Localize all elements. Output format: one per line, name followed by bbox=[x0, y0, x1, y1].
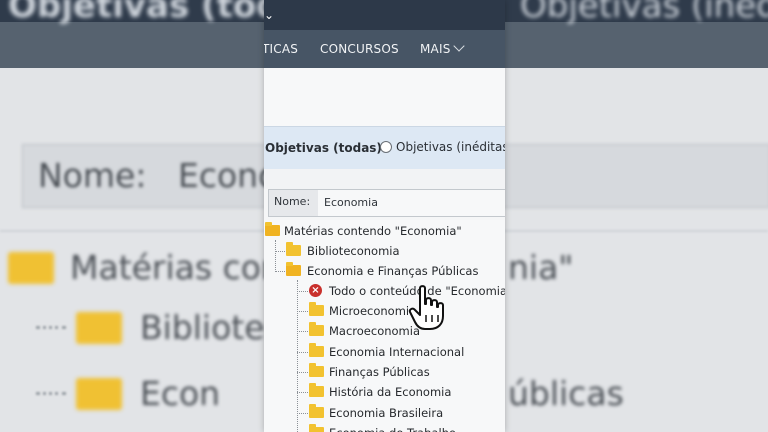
bg-folder-icon bbox=[76, 312, 122, 344]
bg-name-label: Nome: bbox=[38, 156, 147, 195]
folder-icon bbox=[309, 424, 324, 432]
folder-open-icon bbox=[265, 222, 280, 236]
nav-item-concursos[interactable]: CONCURSOS bbox=[320, 42, 399, 56]
name-search-row: Nome: bbox=[268, 189, 505, 217]
folder-icon bbox=[286, 242, 301, 256]
folder-open-icon bbox=[286, 262, 301, 276]
bg-tree-item-tail: úblicas bbox=[508, 374, 624, 413]
tree-connector bbox=[275, 251, 285, 252]
folder-icon bbox=[309, 322, 324, 336]
bg-folder-icon bbox=[8, 252, 54, 284]
tree-item-label: Economia Internacional bbox=[329, 345, 465, 359]
tree-item-label: Economia e Finanças Públicas bbox=[307, 264, 479, 278]
nav-bar: TICAS CONCURSOS MAIS bbox=[264, 30, 505, 68]
tree-root-label: Matérias contendo "Economia" bbox=[284, 224, 462, 238]
tree-connector bbox=[297, 352, 308, 353]
folder-icon bbox=[309, 383, 324, 397]
content-top bbox=[264, 68, 505, 126]
hand-pointer-icon bbox=[408, 285, 444, 330]
bg-tree-item: Bibliote bbox=[140, 308, 265, 347]
tree-connector bbox=[275, 240, 276, 272]
name-search-input[interactable] bbox=[318, 190, 505, 216]
spacer bbox=[264, 169, 505, 189]
nav-item-partial[interactable]: TICAS bbox=[264, 42, 298, 56]
bg-tree-connector bbox=[36, 392, 66, 395]
tree-item-label: História da Economia bbox=[329, 385, 452, 399]
chevron-down-icon[interactable]: ⌄ bbox=[264, 8, 280, 22]
bg-title-right: Objetivas (inéditas) bbox=[520, 0, 768, 26]
tree-connector bbox=[297, 392, 308, 393]
nav-item-mais[interactable]: MAIS bbox=[420, 40, 465, 56]
tree-connector bbox=[297, 311, 308, 312]
tree-item-label: Economia Brasileira bbox=[329, 406, 444, 420]
bg-tree-root-tail: nia" bbox=[508, 248, 574, 287]
option-objetivas-ineditas[interactable]: Objetivas (inéditas) bbox=[396, 140, 505, 154]
radio-objetivas-ineditas[interactable] bbox=[380, 141, 392, 153]
error-icon: × bbox=[309, 284, 322, 297]
tree-item-label: Biblioteconomia bbox=[307, 244, 400, 258]
bg-folder-icon bbox=[76, 378, 122, 410]
bg-tree-root: Matérias cont bbox=[70, 248, 295, 287]
bg-tree-item: Econ bbox=[140, 374, 221, 413]
folder-icon bbox=[309, 363, 324, 377]
bg-tree-connector bbox=[36, 326, 66, 329]
folder-icon bbox=[309, 404, 324, 418]
folder-icon bbox=[309, 302, 324, 316]
app-panel: ⌄ TICAS CONCURSOS MAIS Objetivas (todas)… bbox=[264, 0, 505, 432]
tree-item-label: Macroeconomia bbox=[329, 324, 421, 338]
question-type-filter: Objetivas (todas) Objetivas (inéditas) bbox=[264, 126, 505, 170]
tree-connector bbox=[297, 291, 308, 292]
chevron-down-icon bbox=[452, 40, 465, 52]
option-objetivas-todas[interactable]: Objetivas (todas) bbox=[265, 141, 382, 155]
folder-icon bbox=[309, 343, 324, 357]
top-bar: ⌄ bbox=[264, 0, 505, 30]
nav-mais-label: MAIS bbox=[420, 42, 451, 56]
tree-item-label: Microeconomia bbox=[329, 304, 417, 318]
name-label: Nome: bbox=[269, 190, 319, 214]
tree-item-label: Finanças Públicas bbox=[329, 365, 430, 379]
tree-connector bbox=[297, 280, 298, 432]
tree-connector bbox=[297, 331, 308, 332]
subject-tree: Matérias contendo "Economia" Bibliotecon… bbox=[264, 220, 505, 432]
tree-connector bbox=[297, 372, 308, 373]
tree-connector bbox=[275, 271, 285, 272]
tree-connector bbox=[297, 413, 308, 414]
tree-item-label: Economia do Trabalho bbox=[329, 424, 456, 432]
